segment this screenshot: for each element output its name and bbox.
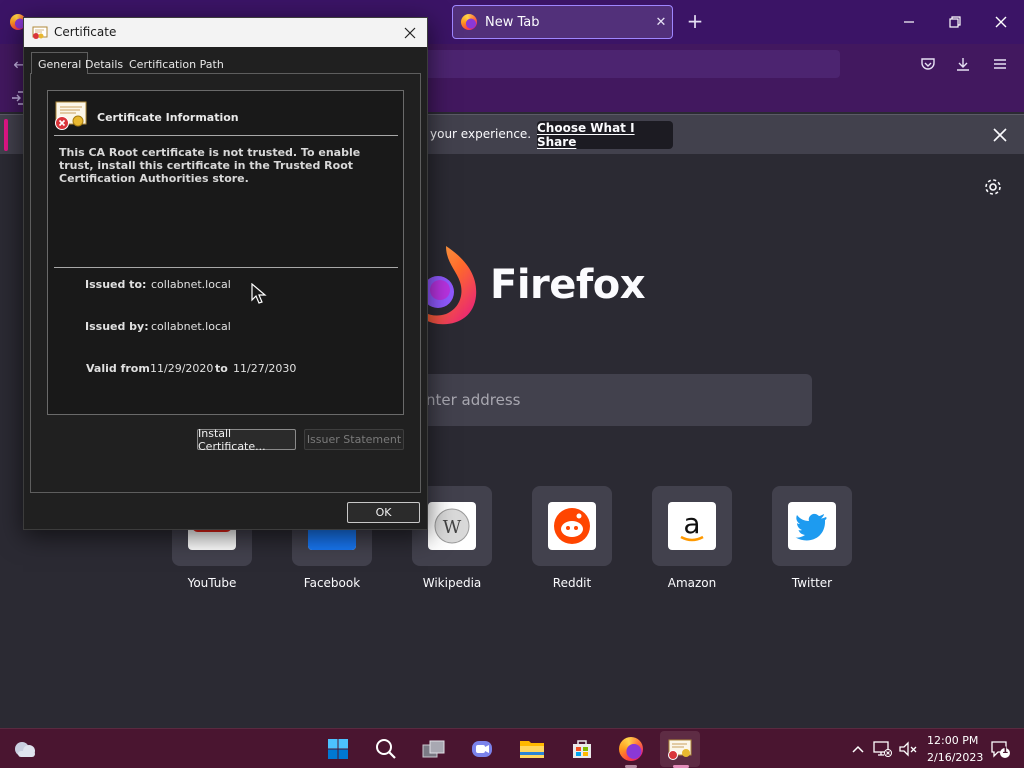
file-explorer-button[interactable] bbox=[512, 731, 552, 767]
minimize-button[interactable] bbox=[886, 0, 932, 44]
valid-to-value: 11/27/2030 bbox=[233, 362, 297, 375]
close-icon bbox=[404, 27, 416, 39]
hamburger-menu-icon bbox=[994, 59, 1006, 69]
ok-button[interactable]: OK bbox=[347, 502, 420, 523]
restore-button[interactable] bbox=[932, 0, 978, 44]
issued-by-value: collabnet.local bbox=[151, 320, 231, 333]
issuer-statement-button[interactable]: Issuer Statement bbox=[304, 429, 404, 450]
notification-center-button[interactable]: 1 bbox=[990, 739, 1010, 759]
teams-chat-button[interactable] bbox=[462, 731, 502, 767]
start-button[interactable] bbox=[318, 731, 358, 767]
tab-new-tab[interactable]: New Tab ✕ bbox=[452, 5, 673, 39]
tab-close-icon[interactable]: ✕ bbox=[650, 15, 672, 30]
clock-time[interactable]: 12:00 PM bbox=[927, 734, 978, 747]
weather-widget[interactable] bbox=[12, 737, 38, 761]
url-bar[interactable] bbox=[420, 50, 840, 78]
download-icon bbox=[957, 58, 969, 71]
dialog-titlebar[interactable]: Certificate bbox=[24, 18, 427, 47]
task-view-button[interactable] bbox=[414, 731, 454, 767]
tab-certification-path[interactable]: Certification Path bbox=[125, 54, 228, 74]
newtab-settings-button[interactable] bbox=[982, 176, 1004, 198]
issued-by-label: Issued by: bbox=[85, 320, 149, 333]
volume-muted-icon bbox=[899, 741, 917, 757]
network-status-button[interactable] bbox=[872, 739, 892, 759]
shortcut-amazon[interactable]: a bbox=[652, 486, 732, 566]
notification-close-button[interactable] bbox=[990, 125, 1010, 145]
downloads-button[interactable] bbox=[953, 54, 973, 74]
show-hidden-icons-button[interactable] bbox=[848, 739, 868, 759]
weather-cloud-icon bbox=[15, 742, 35, 757]
choose-what-i-share-button[interactable]: Choose What I Share bbox=[537, 121, 673, 149]
valid-to-label: to bbox=[215, 362, 228, 375]
shortcut-label-twitter: Twitter bbox=[791, 576, 833, 590]
pocket-button[interactable] bbox=[918, 54, 938, 74]
certificate-icon bbox=[668, 739, 692, 760]
wikipedia-icon: W bbox=[428, 502, 476, 550]
restore-icon bbox=[949, 16, 961, 28]
chevron-up-icon bbox=[852, 745, 864, 753]
notification-count: 1 bbox=[1002, 746, 1009, 756]
issued-to-label: Issued to: bbox=[85, 278, 147, 291]
microsoft-store-button[interactable] bbox=[562, 731, 602, 767]
newtab-search-input[interactable]: nter address bbox=[420, 374, 812, 426]
store-icon bbox=[573, 740, 591, 758]
pocket-icon bbox=[921, 58, 935, 70]
certificate-icon bbox=[32, 25, 48, 39]
network-disconnected-icon bbox=[873, 741, 892, 757]
shortcut-label-amazon: Amazon bbox=[667, 576, 717, 590]
firefox-icon bbox=[619, 737, 643, 761]
svg-text:W: W bbox=[443, 517, 462, 538]
close-icon bbox=[993, 128, 1007, 142]
reddit-icon bbox=[548, 502, 596, 550]
chat-icon bbox=[472, 741, 492, 757]
gear-icon bbox=[985, 179, 1001, 195]
certificate-dialog: Certificate General Details Certificatio… bbox=[23, 17, 428, 530]
app-menu-button[interactable] bbox=[990, 54, 1010, 74]
dialog-close-button[interactable] bbox=[400, 23, 420, 43]
minimize-icon bbox=[904, 21, 914, 23]
volume-button[interactable] bbox=[898, 739, 918, 759]
issued-to-value: collabnet.local bbox=[151, 278, 231, 291]
certificate-info-heading: Certificate Information bbox=[97, 111, 239, 124]
window-close-button[interactable] bbox=[978, 0, 1024, 44]
task-view-icon bbox=[422, 740, 445, 758]
shortcut-twitter[interactable] bbox=[772, 486, 852, 566]
tab-general[interactable]: General bbox=[31, 52, 89, 74]
new-tab-button[interactable]: + bbox=[684, 10, 706, 32]
search-icon bbox=[376, 739, 396, 759]
untrusted-certificate-icon bbox=[54, 101, 88, 131]
divider bbox=[54, 135, 398, 136]
twitter-icon bbox=[788, 502, 836, 550]
shortcut-label-reddit: Reddit bbox=[552, 576, 592, 590]
firefox-icon bbox=[461, 14, 477, 30]
firefox-wordmark: Firefox bbox=[490, 262, 646, 308]
amazon-icon: a bbox=[668, 502, 716, 550]
svg-text:a: a bbox=[683, 507, 700, 540]
shortcut-label-wikipedia: Wikipedia bbox=[422, 576, 482, 590]
clock-date[interactable]: 2/16/2023 bbox=[927, 751, 983, 764]
trust-warning-text: This CA Root certificate is not trusted.… bbox=[59, 146, 361, 185]
certificate-information-box: Certificate Information This CA Root cer… bbox=[47, 90, 404, 415]
windows-logo-icon bbox=[328, 739, 348, 759]
shortcut-reddit[interactable] bbox=[532, 486, 612, 566]
mouse-cursor-icon bbox=[251, 282, 267, 305]
divider bbox=[54, 267, 398, 268]
firefox-taskbar-button[interactable] bbox=[611, 731, 651, 767]
windows-taskbar: 12:00 PM 2/16/2023 1 bbox=[0, 728, 1024, 768]
shortcut-label-youtube: YouTube bbox=[187, 576, 237, 590]
taskbar-search-button[interactable] bbox=[366, 731, 406, 767]
search-placeholder: nter address bbox=[426, 391, 521, 409]
shortcut-label-facebook: Facebook bbox=[303, 576, 361, 590]
notification-accent bbox=[4, 119, 8, 151]
valid-from-value: 11/29/2020 bbox=[150, 362, 214, 375]
certificate-taskbar-button[interactable] bbox=[660, 731, 700, 767]
notification-text: your experience. bbox=[430, 127, 532, 141]
folder-icon bbox=[520, 741, 544, 758]
tab-title: New Tab bbox=[485, 14, 540, 30]
close-icon bbox=[995, 16, 1007, 28]
install-certificate-button[interactable]: Install Certificate... bbox=[197, 427, 296, 453]
tab-details[interactable]: Details bbox=[81, 54, 127, 74]
dialog-title: Certificate bbox=[54, 25, 117, 39]
valid-from-label: Valid from bbox=[86, 362, 150, 375]
